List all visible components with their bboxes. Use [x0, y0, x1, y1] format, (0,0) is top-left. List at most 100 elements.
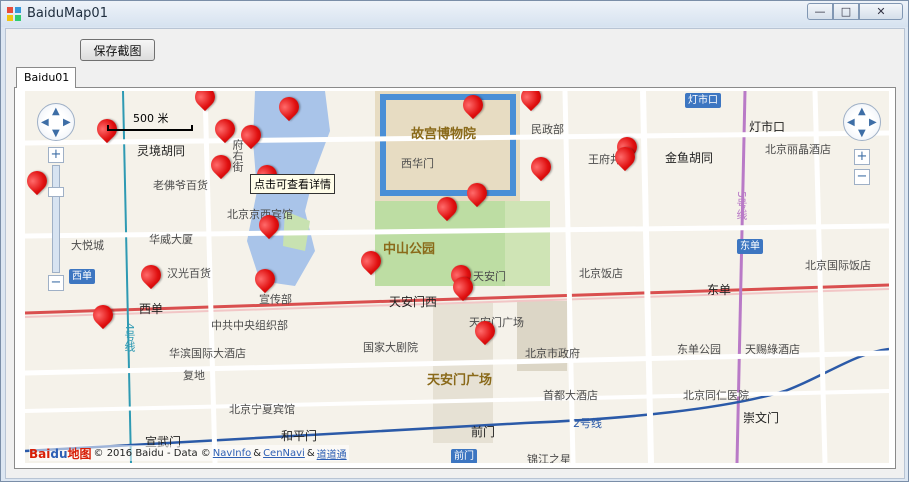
amp-1: &	[253, 447, 262, 459]
bjhospital-label: 北京同仁医院	[683, 389, 749, 402]
xihuamen-label: 西华门	[401, 157, 434, 170]
window-title: BaiduMap01	[27, 6, 108, 21]
copyright-text: © 2016 Baidu - Data ©	[93, 447, 211, 459]
daju-label: 国家大剧院	[363, 341, 418, 354]
tab-baidu01[interactable]: Baidu01	[16, 67, 76, 88]
pan-up-icon[interactable]: ▲	[858, 106, 866, 117]
xidan-station: 西单	[69, 269, 95, 284]
pan-up-icon[interactable]: ▲	[52, 106, 60, 117]
lijing-label: 北京丽晶酒店	[765, 143, 831, 156]
pan-left-icon[interactable]: ◀	[847, 117, 855, 128]
bjgov-label: 北京市政府	[525, 347, 580, 360]
tiananmen-label: 天安门	[473, 270, 506, 283]
map-marker[interactable]	[437, 197, 457, 221]
fuxing-label: 复地	[183, 369, 205, 382]
marker-tooltip: 点击可查看详情	[250, 174, 335, 194]
zoom-out-button-right[interactable]: −	[854, 169, 870, 185]
pan-right-icon[interactable]: ▶	[63, 117, 71, 128]
baidu-map[interactable]: 故宫博物院 中山公园 天安门广场 金鱼胡同 王府井 灵境胡同 西单 西单 东单 …	[25, 91, 889, 463]
title-bar[interactable]: BaiduMap01 — □ ✕	[1, 1, 908, 27]
map-marker[interactable]	[475, 321, 495, 345]
huawei-label: 华威大厦	[149, 233, 193, 246]
save-screenshot-button[interactable]: 保存截图	[80, 39, 155, 61]
close-button[interactable]: ✕	[859, 3, 903, 20]
huabin-label: 华滨国际大酒店	[169, 347, 246, 360]
map-marker[interactable]	[211, 155, 231, 179]
navinfo-link[interactable]: NavInfo	[213, 448, 251, 459]
palace-block	[375, 91, 520, 201]
map-marker[interactable]	[93, 305, 113, 329]
pan-down-icon[interactable]: ▼	[858, 128, 866, 139]
map-marker[interactable]	[141, 265, 161, 289]
map-marker[interactable]	[97, 119, 117, 143]
hepingmen-label: 和平门	[281, 429, 318, 443]
minzhengbu-label: 民政部	[531, 123, 564, 136]
map-marker[interactable]	[521, 91, 541, 111]
map-marker[interactable]	[531, 157, 551, 181]
map-marker[interactable]	[467, 183, 487, 207]
maximize-icon: □	[840, 5, 852, 18]
pan-left-icon[interactable]: ◀	[41, 117, 49, 128]
dongdan-park-label: 东单公园	[677, 343, 721, 356]
map-marker[interactable]	[361, 251, 381, 275]
map-marker[interactable]	[27, 171, 47, 195]
tab-panel: 故宫博物院 中山公园 天安门广场 金鱼胡同 王府井 灵境胡同 西单 西单 东单 …	[14, 87, 896, 469]
zoom-slider[interactable]	[52, 165, 60, 273]
map-marker[interactable]	[279, 97, 299, 121]
app-window: BaiduMap01 — □ ✕ 保存截图 Baidu01 故宫博物院 中山公园…	[0, 0, 909, 482]
chongwen-label: 崇文门	[743, 411, 780, 425]
jinyu-label: 金鱼胡同	[665, 151, 714, 165]
map-marker[interactable]	[215, 119, 235, 143]
laofoye-label: 老佛爷百货	[153, 179, 208, 192]
scale-label: 500 米	[133, 112, 169, 125]
zoom-out-button-left[interactable]: −	[48, 275, 64, 291]
qianmen-label: 前门	[471, 425, 496, 439]
park-label: 中山公园	[383, 242, 436, 257]
map-marker[interactable]	[463, 95, 483, 119]
tiananmen-west-label: 天安门西	[389, 295, 438, 309]
shoudu-label: 首都大酒店	[543, 389, 598, 402]
guoji-label: 北京国际饭店	[805, 259, 871, 272]
map-marker[interactable]	[259, 215, 279, 239]
pan-right-icon[interactable]: ▶	[869, 117, 877, 128]
map-marker[interactable]	[195, 91, 215, 111]
minimize-icon: —	[814, 5, 826, 18]
map-marker[interactable]	[241, 125, 261, 149]
minimize-button[interactable]: —	[807, 3, 833, 20]
line5-label: 5号线	[735, 191, 748, 220]
dongdan-label: 东单	[707, 283, 732, 297]
hanguang-label: 汉光百货	[167, 267, 211, 280]
app-icon	[7, 7, 21, 21]
pan-down-icon[interactable]: ▼	[52, 128, 60, 139]
qianmen-station: 前门	[451, 449, 477, 463]
close-icon: ✕	[876, 5, 886, 18]
pan-control-right[interactable]: ▲ ▼ ◀ ▶	[843, 103, 881, 141]
pan-control-left[interactable]: ▲ ▼ ◀ ▶	[37, 103, 75, 141]
baidu-map-logo: Baidu地图	[29, 446, 92, 461]
culture-palace	[505, 201, 550, 286]
ningxia-label: 北京宁夏宾馆	[229, 403, 295, 416]
palace-label: 故宫博物院	[411, 127, 477, 142]
zhonggong-label: 中共中央组织部	[211, 319, 288, 332]
tianci-label: 天赐綠酒店	[745, 343, 800, 356]
map-copyright: Baidu地图 © 2016 Baidu - Data © NavInfo & …	[29, 445, 349, 461]
client-area: 保存截图 Baidu01 故宫博物院 中山公园 天安门广场 金鱼胡同 王府井 灵…	[5, 28, 905, 479]
square-label: 天安门广场	[427, 373, 493, 388]
map-marker[interactable]	[615, 147, 635, 171]
zoom-slider-handle[interactable]	[48, 187, 64, 197]
zoom-in-button-left[interactable]: +	[48, 147, 64, 163]
line2-label: 2号线	[573, 417, 602, 430]
dongdan-station: 东单	[737, 239, 763, 254]
xidan-label: 西单	[139, 302, 164, 316]
line5-rail	[735, 91, 747, 463]
map-marker[interactable]	[255, 269, 275, 293]
map-marker[interactable]	[453, 277, 473, 301]
cennavi-link[interactable]: CenNavi	[263, 448, 305, 459]
jinjiang-label: 锦江之星	[527, 453, 571, 463]
dengshikou-station: 灯市口	[685, 93, 721, 108]
daodaotong-link[interactable]: 道道通	[317, 446, 347, 461]
dengshikou-label: 灯市口	[749, 120, 786, 134]
bjhotel-label: 北京饭店	[579, 267, 623, 280]
zoom-in-button-right[interactable]: +	[854, 149, 870, 165]
maximize-button[interactable]: □	[833, 3, 859, 20]
